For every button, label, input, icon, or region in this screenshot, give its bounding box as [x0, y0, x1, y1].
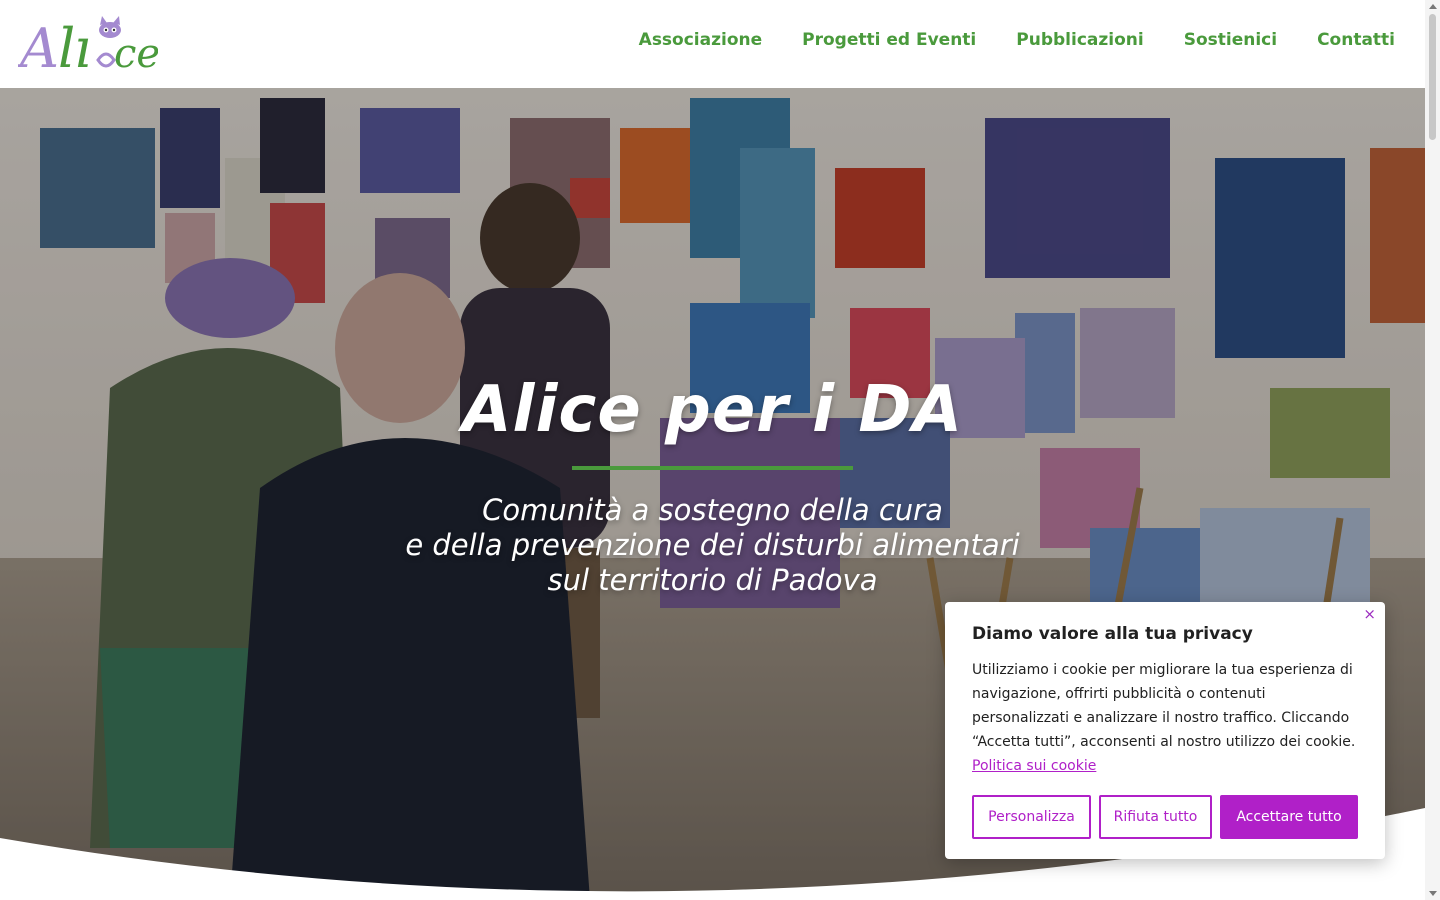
svg-text:ı: ı — [74, 17, 91, 76]
cookie-banner-body: Utilizziamo i cookie per migliorare la t… — [972, 662, 1356, 750]
nav-item-progetti-eventi[interactable]: Progetti ed Eventi — [802, 30, 976, 50]
cookie-banner-title: Diamo valore alla tua privacy — [972, 624, 1253, 644]
cookie-consent-banner: × Diamo valore alla tua privacy Utilizzi… — [945, 602, 1385, 859]
cookie-policy-link[interactable]: Politica sui cookie — [972, 758, 1096, 774]
main-nav: Associazione Progetti ed Eventi Pubblica… — [639, 30, 1395, 50]
close-icon[interactable]: × — [1363, 605, 1376, 623]
page-scrollbar[interactable] — [1425, 0, 1440, 900]
scrollbar-thumb[interactable] — [1429, 14, 1436, 140]
site-header: A l ı ce Associazione Progetti ed Eventi… — [0, 0, 1425, 88]
customize-button[interactable]: Personalizza — [972, 795, 1091, 839]
site-logo[interactable]: A l ı ce — [18, 12, 158, 76]
cookie-banner-text: Utilizziamo i cookie per migliorare la t… — [972, 658, 1358, 778]
accept-all-button[interactable]: Accettare tutto — [1220, 795, 1358, 839]
scroll-down-icon[interactable] — [1429, 891, 1437, 896]
svg-text:A: A — [18, 17, 59, 76]
nav-item-contatti[interactable]: Contatti — [1317, 30, 1395, 50]
reject-all-button[interactable]: Rifiuta tutto — [1099, 795, 1212, 839]
nav-item-pubblicazioni[interactable]: Pubblicazioni — [1016, 30, 1143, 50]
nav-item-associazione[interactable]: Associazione — [639, 30, 762, 50]
svg-text:ce: ce — [114, 31, 158, 76]
svg-text:l: l — [58, 17, 75, 76]
cookie-banner-actions: Personalizza Rifiuta tutto Accettare tut… — [972, 795, 1358, 839]
scroll-up-icon[interactable] — [1429, 4, 1437, 9]
nav-item-sostienici[interactable]: Sostienici — [1184, 30, 1277, 50]
